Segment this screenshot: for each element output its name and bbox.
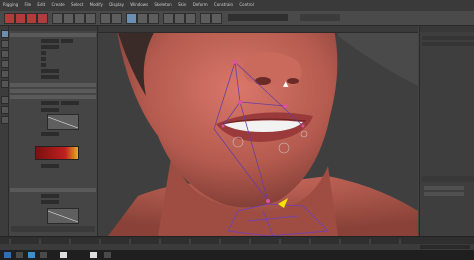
layout-single-icon[interactable] bbox=[1, 96, 9, 104]
wireframe-icon[interactable] bbox=[174, 13, 185, 24]
snap-view-icon[interactable] bbox=[85, 13, 96, 24]
channel-box-tabs[interactable] bbox=[420, 26, 474, 32]
layer-editor-tabs[interactable] bbox=[422, 176, 474, 182]
component-mode-icon[interactable] bbox=[37, 13, 48, 24]
camera-icon[interactable] bbox=[200, 13, 211, 24]
history-icon[interactable] bbox=[100, 13, 111, 24]
workspace-selector[interactable] bbox=[300, 14, 340, 21]
channel-row[interactable] bbox=[422, 42, 474, 46]
attr-tabs bbox=[9, 26, 97, 31]
menu-item-modify[interactable]: Modify bbox=[90, 2, 103, 7]
attr-checkbox[interactable] bbox=[41, 57, 46, 61]
svg-text:▲: ▲ bbox=[283, 80, 289, 88]
attr-section-header[interactable] bbox=[10, 33, 96, 37]
rotate-tool-icon[interactable] bbox=[1, 70, 9, 78]
attr-field[interactable] bbox=[41, 164, 59, 168]
os-taskbar bbox=[0, 250, 474, 260]
taskbar-app-icon[interactable] bbox=[60, 252, 67, 258]
attr-checkbox[interactable] bbox=[41, 51, 46, 55]
menu-bar: Rigging File Edit Create Select Modify D… bbox=[0, 0, 474, 11]
falloff-curve-graph[interactable] bbox=[47, 114, 79, 130]
snap-grid-icon[interactable] bbox=[52, 13, 63, 24]
layer-row[interactable] bbox=[424, 186, 464, 190]
smooth-shade-icon[interactable] bbox=[185, 13, 196, 24]
layer-row[interactable] bbox=[424, 192, 464, 196]
nostril-left bbox=[255, 77, 271, 85]
attr-section-header[interactable] bbox=[10, 95, 96, 99]
taskbar-app-icon[interactable] bbox=[28, 252, 35, 258]
attr-section-header[interactable] bbox=[10, 83, 96, 87]
paint-weights-icon[interactable] bbox=[1, 50, 9, 58]
snap-curve-icon[interactable] bbox=[63, 13, 74, 24]
viewport[interactable]: ▲ bbox=[98, 26, 418, 236]
menu-item-select[interactable]: Select bbox=[71, 2, 83, 7]
channel-box bbox=[419, 26, 474, 236]
channel-row[interactable] bbox=[422, 36, 474, 40]
lasso-tool-icon[interactable] bbox=[1, 40, 9, 48]
taskbar-app-icon[interactable] bbox=[16, 252, 23, 258]
playback-controls[interactable] bbox=[420, 245, 470, 249]
falloff-curve-2 bbox=[48, 210, 78, 223]
toolbox bbox=[0, 26, 9, 236]
attr-button[interactable] bbox=[61, 39, 73, 43]
hypershade-icon[interactable] bbox=[148, 13, 159, 24]
attr-field[interactable] bbox=[41, 75, 59, 79]
attr-field[interactable] bbox=[41, 108, 59, 112]
attr-field[interactable] bbox=[41, 69, 59, 73]
attr-field[interactable] bbox=[41, 45, 59, 49]
render-settings-icon[interactable] bbox=[137, 13, 148, 24]
attribute-editor bbox=[9, 26, 98, 236]
menu-item-display[interactable]: Display bbox=[109, 2, 124, 7]
attr-field[interactable] bbox=[41, 39, 59, 43]
layout-four-icon[interactable] bbox=[1, 106, 9, 114]
object-mode-icon[interactable] bbox=[26, 13, 37, 24]
menu-item-file[interactable]: File bbox=[24, 2, 31, 7]
menu-item-edit[interactable]: Edit bbox=[37, 2, 45, 7]
xray-icon[interactable] bbox=[163, 13, 174, 24]
start-icon[interactable] bbox=[4, 252, 11, 258]
nostril-right bbox=[287, 78, 299, 84]
taskbar-app-icon[interactable] bbox=[90, 252, 97, 258]
attr-field[interactable] bbox=[41, 200, 59, 204]
select-tool-icon[interactable] bbox=[1, 30, 9, 38]
falloff-curve bbox=[48, 116, 78, 129]
lights-icon[interactable] bbox=[211, 13, 222, 24]
menu-item-windows[interactable]: Windows bbox=[130, 2, 148, 7]
snap-point-icon[interactable] bbox=[74, 13, 85, 24]
attr-section-header[interactable] bbox=[10, 89, 96, 93]
render-icon[interactable] bbox=[111, 13, 122, 24]
menu-item-skeleton[interactable]: Skeleton bbox=[154, 2, 171, 7]
menu-item-create[interactable]: Create bbox=[51, 2, 64, 7]
menu-item-rigging[interactable]: Rigging bbox=[3, 2, 18, 7]
attr-field[interactable] bbox=[41, 132, 59, 136]
search-field[interactable] bbox=[228, 14, 288, 21]
taskbar-app-icon[interactable] bbox=[104, 252, 111, 258]
ipr-icon[interactable] bbox=[126, 13, 137, 24]
menu-item-constrain[interactable]: Constrain bbox=[214, 2, 233, 7]
menu-item-skin[interactable]: Skin bbox=[178, 2, 187, 7]
move-tool-icon[interactable] bbox=[1, 60, 9, 68]
scale-tool-icon[interactable] bbox=[1, 80, 9, 88]
attr-field[interactable] bbox=[41, 194, 59, 198]
attr-footer-buttons[interactable] bbox=[11, 226, 95, 232]
select-mode-icon[interactable] bbox=[4, 13, 15, 24]
menu-item-control[interactable]: Control bbox=[239, 2, 253, 7]
attr-field[interactable] bbox=[41, 101, 59, 105]
viewport-render: ▲ bbox=[108, 26, 418, 236]
attr-checkbox[interactable] bbox=[41, 63, 46, 67]
layout-side-icon[interactable] bbox=[1, 116, 9, 124]
hierarchy-mode-icon[interactable] bbox=[15, 13, 26, 24]
menu-item-deform[interactable]: Deform bbox=[193, 2, 208, 7]
taskbar-app-icon[interactable] bbox=[40, 252, 47, 258]
color-ramp[interactable] bbox=[35, 146, 79, 160]
attr-section-header[interactable] bbox=[10, 188, 96, 192]
attr-slider[interactable] bbox=[61, 101, 79, 105]
viewport-toolbar[interactable] bbox=[98, 26, 418, 33]
falloff-curve-graph-2[interactable] bbox=[47, 208, 79, 224]
